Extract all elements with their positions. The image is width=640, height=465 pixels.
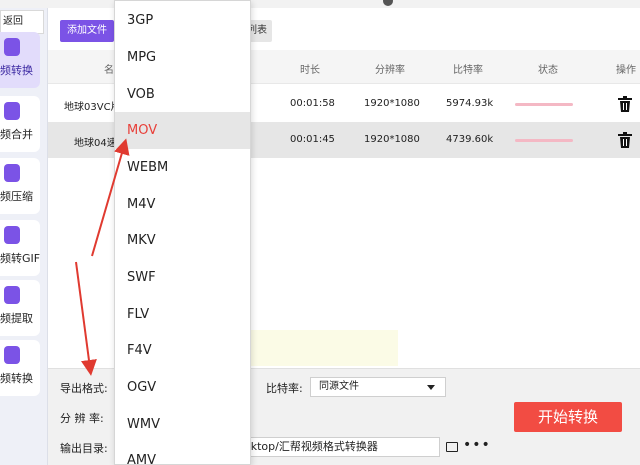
file-name: 地球04速 bbox=[74, 138, 117, 149]
watermark bbox=[248, 330, 398, 366]
file-bitrate: 5974.93k bbox=[446, 98, 494, 109]
sidebar-item-audio-convert[interactable]: 频转换 bbox=[0, 340, 40, 396]
sidebar-item-video-to-gif[interactable]: 频转GIF bbox=[0, 220, 40, 276]
format-option-ogv[interactable]: OGV bbox=[115, 369, 250, 406]
sidebar-item-label: 频转换 bbox=[0, 372, 33, 385]
start-convert-button[interactable]: 开始转换 bbox=[514, 402, 622, 432]
format-option-mkv[interactable]: MKV bbox=[115, 222, 250, 259]
caret-down-icon bbox=[427, 385, 435, 390]
header-resolution: 分辨率 bbox=[375, 65, 405, 76]
music-note-icon bbox=[4, 286, 20, 304]
microphone-icon bbox=[4, 346, 20, 364]
file-bitrate: 4739.60k bbox=[446, 134, 494, 145]
format-option-m4v[interactable]: M4V bbox=[115, 186, 250, 223]
gif-icon bbox=[4, 226, 20, 244]
header-status: 状态 bbox=[538, 65, 558, 76]
format-label: 导出格式: bbox=[60, 382, 108, 395]
sidebar: 返回 频转换 频合并 频压缩 频转GIF 频提取 频转换 bbox=[0, 8, 48, 465]
output-dir-field[interactable]: sktop/汇帮视频格式转换器 bbox=[234, 437, 440, 457]
format-option-f4v[interactable]: F4V bbox=[115, 332, 250, 369]
more-options-icon[interactable]: ••• bbox=[463, 438, 491, 452]
trash-icon[interactable] bbox=[618, 132, 632, 148]
bitrate-select-value: 同源文件 bbox=[319, 381, 359, 392]
status-progress-bar bbox=[515, 139, 573, 142]
video-convert-icon bbox=[4, 38, 20, 56]
sidebar-item-video-merge[interactable]: 频合并 bbox=[0, 96, 40, 152]
folder-icon[interactable] bbox=[446, 442, 458, 452]
app-icon bbox=[383, 0, 393, 6]
header-action: 操作 bbox=[616, 65, 636, 76]
video-compress-icon bbox=[4, 164, 20, 182]
header-name: 名 bbox=[104, 65, 114, 76]
back-button[interactable]: 返回 bbox=[0, 10, 44, 34]
format-option-webm[interactable]: WEBM bbox=[115, 149, 250, 186]
sidebar-item-label: 频提取 bbox=[0, 312, 33, 325]
bitrate-select[interactable]: 同源文件 bbox=[310, 377, 446, 397]
format-option-amv[interactable]: AMV bbox=[115, 442, 250, 464]
status-progress-bar bbox=[515, 103, 573, 106]
file-duration: 00:01:45 bbox=[290, 134, 335, 145]
sidebar-item-video-convert[interactable]: 频转换 bbox=[0, 32, 40, 88]
format-option-vob[interactable]: VOB bbox=[115, 76, 250, 113]
sidebar-item-label: 频转换 bbox=[0, 64, 33, 77]
header-duration: 时长 bbox=[300, 65, 320, 76]
video-merge-icon bbox=[4, 102, 20, 120]
format-option-mov[interactable]: MOV bbox=[115, 112, 250, 149]
resolution-label: 分 辨 率: bbox=[60, 412, 104, 425]
sidebar-item-label: 频压缩 bbox=[0, 190, 33, 203]
file-duration: 00:01:58 bbox=[290, 98, 335, 109]
title-bar bbox=[0, 0, 640, 8]
add-file-button[interactable]: 添加文件 bbox=[60, 20, 114, 42]
format-option-3gp[interactable]: 3GP bbox=[115, 2, 250, 39]
arrow-to-format-label bbox=[75, 261, 97, 376]
format-option-swf[interactable]: SWF bbox=[115, 259, 250, 296]
output-dir-label: 输出目录: bbox=[60, 442, 108, 455]
trash-icon[interactable] bbox=[618, 96, 632, 112]
file-resolution: 1920*1080 bbox=[364, 98, 420, 109]
format-dropdown[interactable]: 3GP MPG VOB MOV WEBM M4V MKV SWF FLV F4V… bbox=[114, 0, 251, 465]
format-option-flv[interactable]: FLV bbox=[115, 296, 250, 333]
format-option-mpg[interactable]: MPG bbox=[115, 39, 250, 76]
bitrate-label: 比特率: bbox=[266, 382, 303, 395]
sidebar-item-video-compress[interactable]: 频压缩 bbox=[0, 158, 40, 214]
sidebar-item-label: 频合并 bbox=[0, 128, 33, 141]
sidebar-item-audio-extract[interactable]: 频提取 bbox=[0, 280, 40, 336]
header-bitrate: 比特率 bbox=[453, 65, 483, 76]
sidebar-item-label: 频转GIF bbox=[0, 252, 40, 265]
file-resolution: 1920*1080 bbox=[364, 134, 420, 145]
format-option-wmv[interactable]: WMV bbox=[115, 406, 250, 443]
file-name: 地球03VC片 bbox=[64, 102, 121, 113]
